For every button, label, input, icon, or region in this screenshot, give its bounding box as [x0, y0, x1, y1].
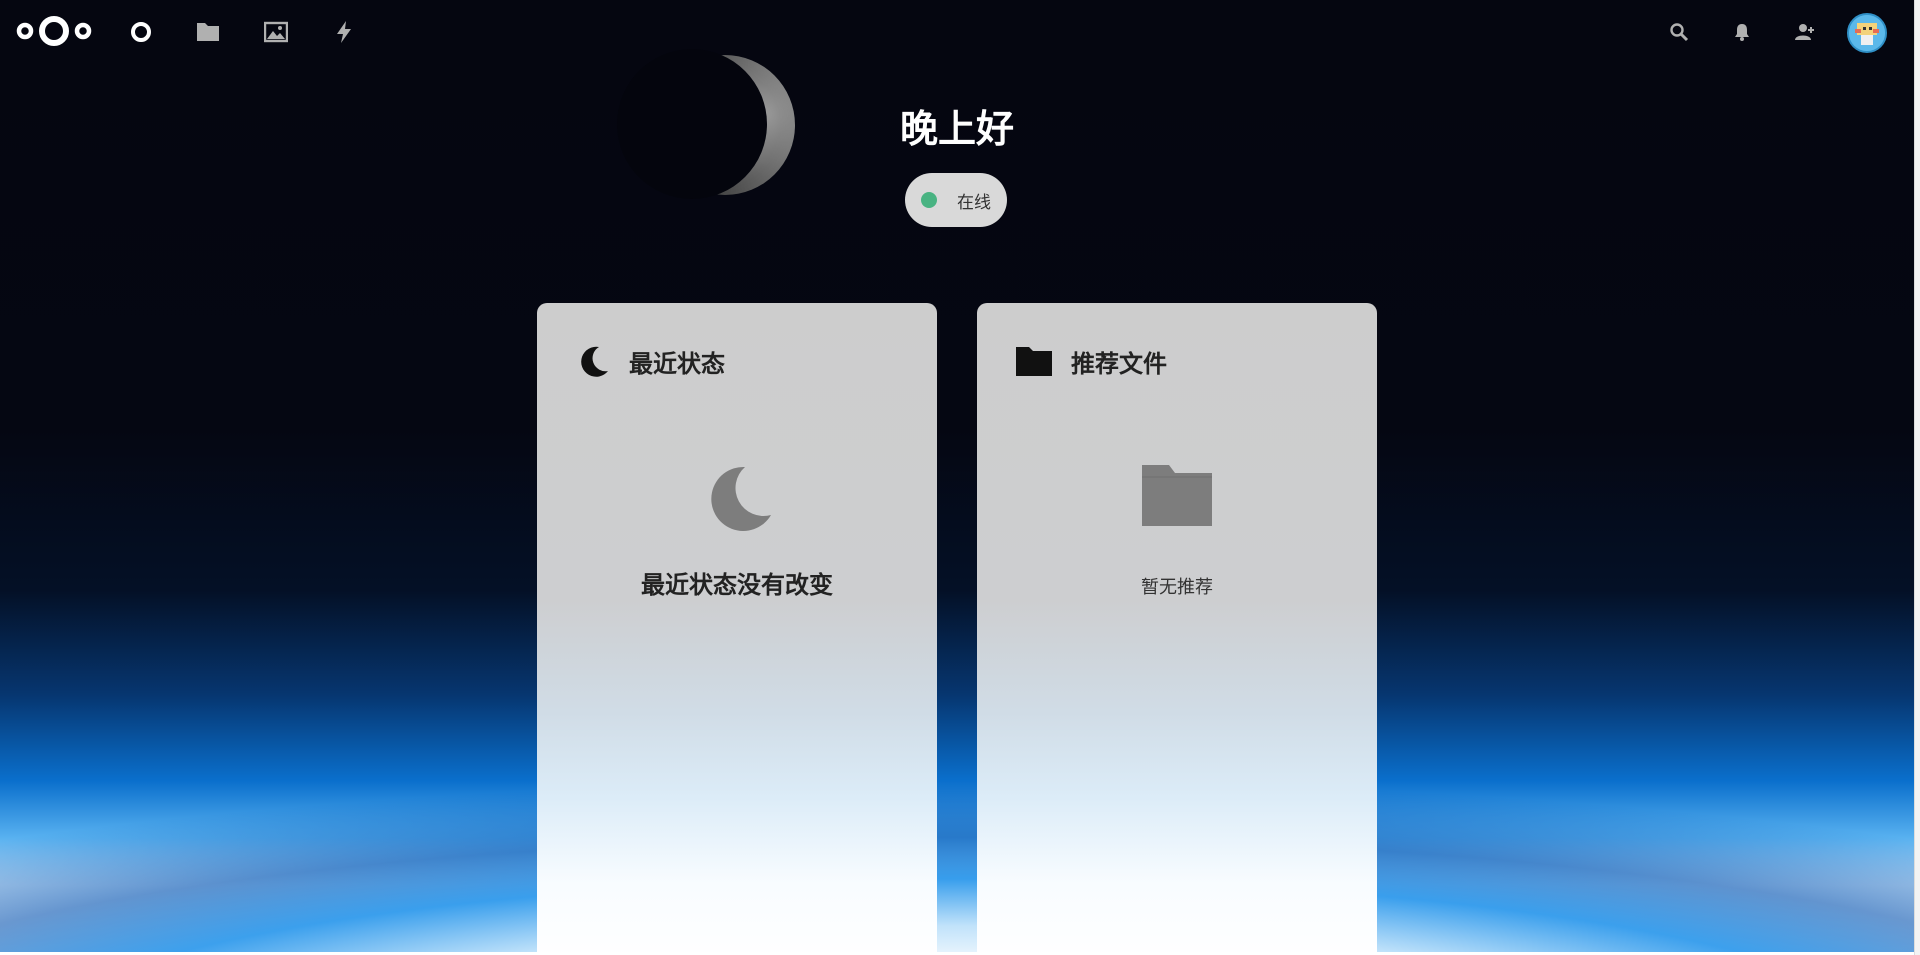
widget-title: 推荐文件 — [1071, 349, 1167, 378]
widget-header: 推荐文件 — [1015, 341, 1167, 381]
empty-state-text: 最近状态没有改变 — [641, 571, 833, 599]
bell-icon[interactable] — [1726, 16, 1758, 48]
contacts-icon[interactable] — [1788, 16, 1820, 48]
empty-state-moon-icon — [537, 463, 937, 535]
image-icon[interactable] — [260, 16, 292, 48]
greeting-heading: 晚上好 — [899, 107, 1014, 151]
empty-state-folder-icon — [977, 463, 1377, 527]
moon-icon — [581, 346, 608, 377]
widget-title: 最近状态 — [629, 349, 725, 378]
empty-state-text: 暂无推荐 — [1141, 577, 1213, 598]
status-label: 在线 — [957, 192, 991, 213]
online-status-dot — [921, 192, 937, 208]
folder-icon[interactable] — [192, 16, 224, 48]
top-header — [0, 0, 1914, 66]
dashboard-background: 晚上好 在线 最近状态 最近状态没有改变 推荐文件 暂无推荐 — [0, 0, 1914, 952]
nextcloud-logo[interactable] — [14, 13, 94, 49]
search-icon[interactable] — [1663, 16, 1695, 48]
widget-recent-status: 最近状态 最近状态没有改变 — [537, 303, 937, 952]
scrollbar-gutter — [1914, 0, 1920, 955]
status-button[interactable]: 在线 — [905, 173, 1007, 227]
folder-icon — [1016, 347, 1052, 376]
lightning-icon[interactable] — [328, 16, 360, 48]
widget-recommended-files: 推荐文件 暂无推荐 — [977, 303, 1377, 952]
dashboard-icon[interactable] — [125, 16, 157, 48]
avatar[interactable] — [1847, 13, 1887, 53]
widget-header: 最近状态 — [575, 341, 725, 381]
